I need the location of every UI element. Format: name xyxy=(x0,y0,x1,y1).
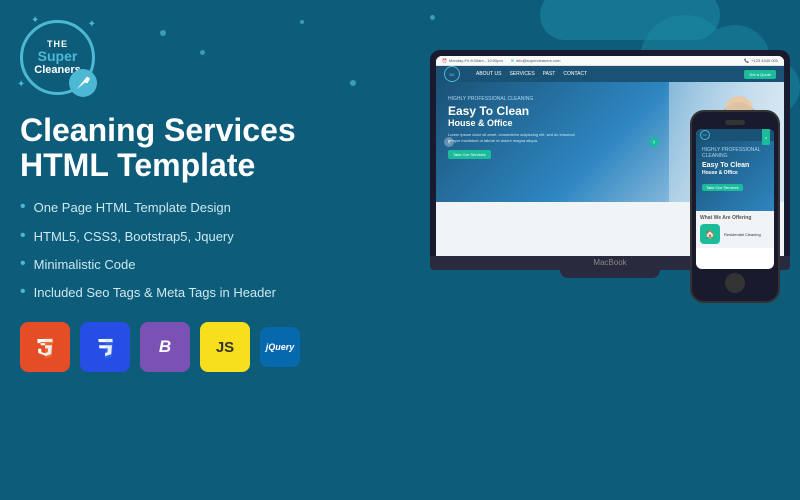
mobile-hero: HIGHLY PROFESSIONAL CLEANING Easy To Cle… xyxy=(696,141,774,211)
preview-arrow-right-icon: › xyxy=(649,137,659,147)
heading-line1: Cleaning Services xyxy=(20,113,350,148)
preview-navbar: SC ABOUT US SERVICES PAST CONTACT Get a … xyxy=(436,66,784,82)
sparkle-3: ✦ xyxy=(17,79,25,90)
heading-line2: HTML Template xyxy=(20,148,350,183)
logo-area: ✦ ✦ ✦ THE Super Cleaners xyxy=(20,20,350,95)
mobile-frame: SC ≡ HIGHLY PROFESSIONAL CLEANING Easy T… xyxy=(690,110,780,303)
badge-css3 xyxy=(80,322,130,372)
badge-jquery: jQuery xyxy=(260,327,300,367)
logo-brush-icon xyxy=(69,69,97,97)
mobile-hero-label: HIGHLY PROFESSIONAL CLEANING xyxy=(702,147,768,159)
logo-super: Super xyxy=(38,49,78,64)
preview-nav-services: SERVICES xyxy=(509,71,534,77)
badge-javascript: JS xyxy=(200,322,250,372)
preview-email: ✉ info@supercleaners.com xyxy=(511,58,561,63)
laptop-stand xyxy=(560,270,660,278)
left-panel: ✦ ✦ ✦ THE Super Cleaners Cleaning Servic… xyxy=(0,0,380,500)
mobile-home-button[interactable] xyxy=(725,273,745,293)
sparkle-1: ✦ xyxy=(31,15,39,26)
preview-nav-contact: CONTACT xyxy=(563,71,587,77)
preview-nav-past: PAST xyxy=(543,71,556,77)
mobile-service-icon-1: 🏠 xyxy=(700,224,720,244)
preview-quote-btn: Get a Quote xyxy=(744,70,776,79)
feature-2: HTML5, CSS3, Bootstrap5, Jquery xyxy=(20,228,350,246)
mobile-hero-sub: House & Office xyxy=(702,170,768,176)
mobile-screen: SC ≡ HIGHLY PROFESSIONAL CLEANING Easy T… xyxy=(696,129,774,269)
feature-4: Included Seo Tags & Meta Tags in Header xyxy=(20,284,350,302)
mobile-service-label-1: Residential Cleaning xyxy=(724,232,761,237)
logo-circle: ✦ ✦ ✦ THE Super Cleaners xyxy=(20,20,95,95)
preview-cta-btn: Take Our Services xyxy=(448,150,491,159)
right-panel: ⏰ Monday-Fri 8:00am - 10:00pm ✉ info@sup… xyxy=(340,0,800,500)
mobile-notch xyxy=(725,120,745,125)
mobile-services-title: What We Are Offering xyxy=(700,215,770,221)
badge-bootstrap: B xyxy=(140,322,190,372)
feature-3: Minimalistic Code xyxy=(20,256,350,274)
preview-hours: ⏰ Monday-Fri 8:00am - 10:00pm xyxy=(442,58,503,63)
preview-phone: 📞 +123 4440 000 xyxy=(744,58,778,63)
tech-badges: B JS jQuery xyxy=(20,322,350,372)
preview-arrow-left-icon: ‹ xyxy=(444,137,454,147)
mobile-service-items: 🏠 Residential Cleaning xyxy=(700,224,770,244)
mobile-hero-btn: Take Our Services xyxy=(702,184,743,191)
preview-logo: SC xyxy=(444,66,460,82)
mobile-hero-title: Easy To Clean xyxy=(702,162,768,170)
preview-hero-body: Lorem ipsum dolor sit amet, consectetur … xyxy=(448,132,588,142)
features-list: One Page HTML Template Design HTML5, CSS… xyxy=(20,199,350,302)
badge-html5 xyxy=(20,322,70,372)
mobile-mockup: SC ≡ HIGHLY PROFESSIONAL CLEANING Easy T… xyxy=(690,110,780,303)
sparkle-2: ✦ xyxy=(88,19,96,30)
preview-contact-bar: ⏰ Monday-Fri 8:00am - 10:00pm ✉ info@sup… xyxy=(436,56,784,66)
preview-nav-about: ABOUT US xyxy=(476,71,501,77)
mobile-services: What We Are Offering 🏠 Residential Clean… xyxy=(696,211,774,248)
mobile-nav: SC ≡ xyxy=(696,129,774,141)
main-heading: Cleaning Services HTML Template xyxy=(20,113,350,183)
feature-1: One Page HTML Template Design xyxy=(20,199,350,217)
